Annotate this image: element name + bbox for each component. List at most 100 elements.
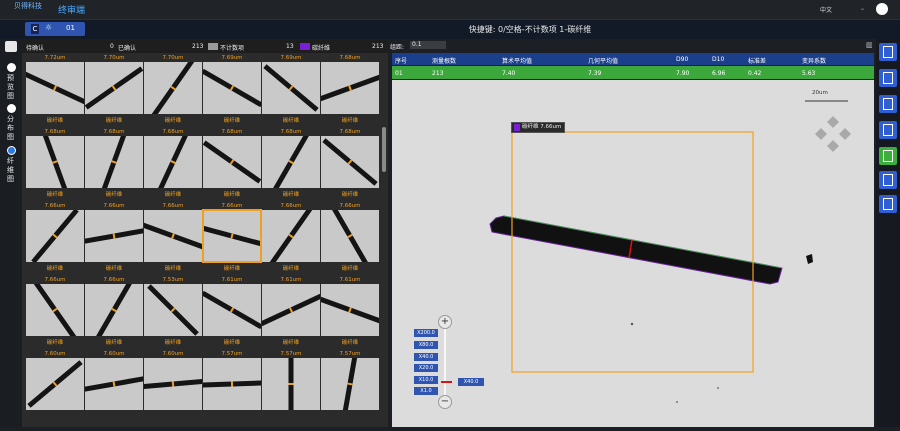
print-button[interactable] (879, 95, 897, 113)
fiber-thumbnail[interactable]: 7.57um (262, 351, 320, 411)
fiber-thumbnail[interactable]: 7.57um (321, 351, 379, 411)
notcount-label[interactable]: 不计数项 (220, 43, 244, 52)
fiber-thumbnail[interactable]: 7.66um (262, 203, 320, 263)
microscope-viewer[interactable]: 碳纤维 7.66um 20um + − X200.0 X80.0 X40.0 X… (392, 80, 874, 427)
grid-scrollbar[interactable] (382, 127, 386, 172)
fiber-thumbnail[interactable]: 7.61um (262, 277, 320, 337)
zoom-current-badge: X40.0 (458, 378, 484, 386)
fiber-thumbnail[interactable]: 7.66um (321, 203, 379, 263)
zoom-level-10[interactable]: X10.0 (414, 376, 438, 384)
td-index: 01 (395, 70, 403, 77)
fiber-thumbnail[interactable]: 7.61um (321, 277, 379, 337)
zoom-in-button[interactable]: + (438, 315, 452, 329)
language-select[interactable]: 中文 (820, 5, 832, 14)
fiber-thumbnail[interactable]: 7.68um (144, 129, 202, 189)
report-button[interactable] (879, 69, 897, 87)
fiber-thumbnail[interactable]: 7.60um (85, 351, 143, 411)
chevron-down-icon[interactable]: ⌄ (860, 5, 865, 12)
thumbnail-image (203, 62, 261, 114)
fiber-thumbnail[interactable]: 7.53um (144, 277, 202, 337)
thumbnail-category: 碳纤维 (223, 266, 241, 272)
debris-particle (806, 254, 813, 264)
export-button[interactable] (879, 121, 897, 139)
thumbnail-value: 7.60um (162, 351, 184, 357)
nav-label-distribution[interactable]: 分布图 (7, 115, 16, 142)
fiber-thumbnail[interactable]: 7.68um (85, 129, 143, 189)
list-icon[interactable] (5, 41, 17, 52)
chart-icon[interactable]: ▥ (866, 41, 873, 49)
fiber-thumbnail[interactable]: 7.60um (26, 351, 84, 411)
fiber-shape[interactable] (489, 215, 783, 285)
confirmed-label[interactable]: 已确认 (118, 43, 136, 52)
zoom-level-40[interactable]: X40.0 (414, 353, 438, 361)
pending-label[interactable]: 待确认 (26, 43, 44, 52)
confirmed-count: 213 (192, 43, 204, 50)
fiber-thumbnail[interactable]: 7.69um (203, 55, 261, 115)
fiber-thumbnail[interactable]: 7.61um (203, 277, 261, 337)
zoom-level-200[interactable]: X200.0 (414, 329, 438, 337)
td-count: 213 (432, 70, 444, 77)
thumbnail-value: 7.70um (103, 55, 125, 61)
thumbnail-value: 7.66um (103, 277, 125, 283)
thumbnail-category: 碳纤维 (46, 192, 64, 198)
bin-size-select[interactable]: 0.1 (410, 41, 446, 49)
thumbnail-image (321, 136, 379, 188)
fiber-thumbnail[interactable]: 7.68um (203, 129, 261, 189)
nav-label-fiber[interactable]: 纤维图 (7, 157, 16, 184)
thumbnail-value: 7.66um (44, 203, 66, 209)
fiber-label[interactable]: 碳纤维 (312, 43, 330, 52)
mode-button[interactable]: C ☼ 01 (25, 22, 85, 36)
thumbnail-value: 7.66um (103, 203, 125, 209)
fiber-thumbnail[interactable]: 7.68um (262, 129, 320, 189)
thumbnail-value: 7.60um (103, 351, 125, 357)
thumbnail-category: 碳纤维 (341, 340, 359, 346)
fiber-thumbnail[interactable]: 7.72um (26, 55, 84, 115)
thumbnail-category: 碳纤维 (105, 266, 123, 272)
ruler-button[interactable] (879, 147, 897, 165)
user-avatar[interactable] (876, 3, 888, 15)
fiber-thumbnail[interactable]: 7.66um (144, 203, 202, 263)
snapshot-button[interactable] (879, 195, 897, 213)
report-icon (883, 72, 893, 84)
thumbnail-image (262, 284, 320, 336)
fiber-thumbnail[interactable]: 7.66um (202, 203, 262, 263)
viewer-canvas[interactable] (392, 80, 874, 427)
zoom-out-button[interactable]: − (438, 395, 452, 409)
zoom-level-1[interactable]: X1.0 (414, 387, 438, 395)
notcount-count: 13 (286, 43, 294, 50)
table-row[interactable]: 01 213 7.40 7.39 7.90 6.96 0.42 5.63 (392, 66, 874, 79)
fiber-thumbnail[interactable]: 7.68um (26, 129, 84, 189)
print-icon (883, 98, 893, 110)
fiber-thumbnail[interactable]: 7.70um (144, 55, 202, 115)
columns-button[interactable] (879, 43, 897, 61)
thumbnail-image (26, 136, 84, 188)
nav-radio-preview[interactable] (7, 63, 16, 72)
fiber-thumbnail[interactable]: 7.70um (85, 55, 143, 115)
nav-label-preview[interactable]: 预览图 (7, 74, 16, 101)
thumbnail-value: 7.68um (44, 129, 66, 135)
thumbnail-value: 7.66um (44, 277, 66, 283)
fiber-thumbnail[interactable]: 7.66um (85, 203, 143, 263)
thumbnail-image (262, 136, 320, 188)
fiber-thumbnail[interactable]: 7.57um (203, 351, 261, 411)
settings-button[interactable] (879, 171, 897, 189)
th-stddev: 标准差 (748, 58, 767, 65)
fiber-thumbnail[interactable]: 7.66um (85, 277, 143, 337)
fiber-grid-panel: 待确认 0 已确认 213 不计数项 13 碳纤维 213 7.72um 碳纤维 7… (22, 39, 388, 427)
fiber-thumbnail[interactable]: 7.66um (26, 203, 84, 263)
nav-radio-fiber[interactable] (7, 146, 16, 155)
fiber-thumbnail[interactable]: 7.60um (144, 351, 202, 411)
fiber-thumbnail[interactable]: 7.68um (321, 55, 379, 115)
fiber-thumbnail[interactable]: 7.69um (262, 55, 320, 115)
zoom-level-20[interactable]: X20.0 (414, 364, 438, 372)
fiber-thumbnail[interactable]: 7.68um (321, 129, 379, 189)
td-cv: 5.63 (802, 70, 816, 77)
thumbnail-value: 7.61um (280, 277, 302, 283)
pan-control[interactable] (815, 116, 851, 152)
top-bar: 贝得科技 终审端 中文 ⌄ (0, 0, 900, 20)
fiber-tag-label: 碳纤维 7.66um (522, 124, 562, 130)
fiber-thumbnail[interactable]: 7.66um (26, 277, 84, 337)
zoom-level-80[interactable]: X80.0 (414, 341, 438, 349)
thumbnail-category: 碳纤维 (282, 118, 300, 124)
nav-radio-distribution[interactable] (7, 104, 16, 113)
